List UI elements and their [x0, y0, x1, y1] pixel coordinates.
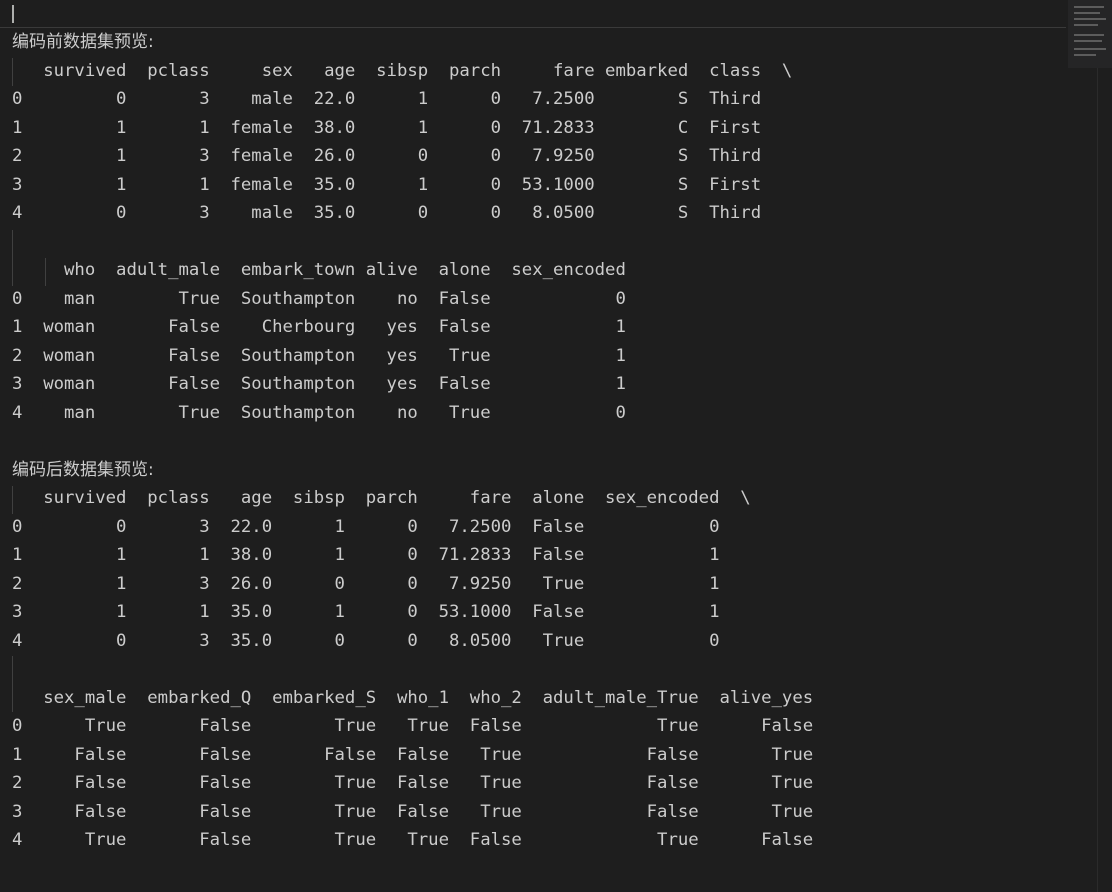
table-row: 2 False False True False True False True [12, 773, 814, 793]
table-header: survived pclass age sibsp parch fare alo… [12, 488, 751, 508]
minimap-line [1074, 54, 1096, 56]
table-header: sex_male embarked_Q embarked_S who_1 who… [12, 687, 814, 708]
table-row: 1 1 1 38.0 1 0 71.2833 False 1 [12, 545, 720, 565]
table-row: 3 woman False Southampton yes False 1 [12, 374, 626, 394]
table-row: 4 0 3 male 35.0 0 0 8.0500 S Third [12, 203, 762, 223]
table-header: survived pclass sex age sibsp parch fare… [12, 60, 793, 81]
minimap-line [1074, 6, 1104, 8]
table-row: 3 False False True False True False True [12, 801, 814, 822]
table-row: 0 0 3 male 22.0 1 0 7.2500 S Third [12, 89, 762, 109]
vertical-scrollbar[interactable] [1097, 68, 1112, 892]
minimap-line [1074, 18, 1106, 20]
minimap[interactable] [1068, 0, 1112, 68]
output-panel: 编码前数据集预览: survived pclass sex age sibsp … [12, 28, 1052, 855]
section-title-after: 编码后数据集预览: [12, 459, 154, 480]
editor-top-area [0, 0, 1066, 26]
text-cursor [12, 5, 14, 23]
section-title-before: 编码前数据集预览: [12, 32, 154, 52]
table-row: 4 man True Southampton no True 0 [12, 402, 626, 423]
table-row: 0 man True Southampton no False 0 [12, 288, 626, 309]
table-row: 0 True False True True False True False [12, 716, 814, 736]
table-row: 2 1 3 female 26.0 0 0 7.9250 S Third [12, 146, 762, 166]
table-row: 1 False False False False True False Tru… [12, 744, 814, 765]
minimap-line [1074, 40, 1102, 42]
minimap-line [1074, 12, 1100, 14]
table-row: 4 0 3 35.0 0 0 8.0500 True 0 [12, 630, 720, 651]
table-row: 3 1 1 35.0 1 0 53.1000 False 1 [12, 602, 720, 622]
table-row: 2 woman False Southampton yes True 1 [12, 345, 626, 366]
table-row: 3 1 1 female 35.0 1 0 53.1000 S First [12, 174, 762, 195]
table-header: who adult_male embark_town alive alone s… [12, 260, 626, 280]
minimap-line [1074, 24, 1098, 26]
minimap-line [1074, 34, 1104, 36]
table-row: 2 1 3 26.0 0 0 7.9250 True 1 [12, 573, 720, 594]
table-row: 1 woman False Cherbourg yes False 1 [12, 317, 626, 337]
minimap-line [1074, 48, 1106, 50]
table-row: 4 True False True True False True False [12, 830, 814, 850]
table-row: 1 1 1 female 38.0 1 0 71.2833 C First [12, 117, 762, 138]
table-row: 0 0 3 22.0 1 0 7.2500 False 0 [12, 516, 720, 537]
